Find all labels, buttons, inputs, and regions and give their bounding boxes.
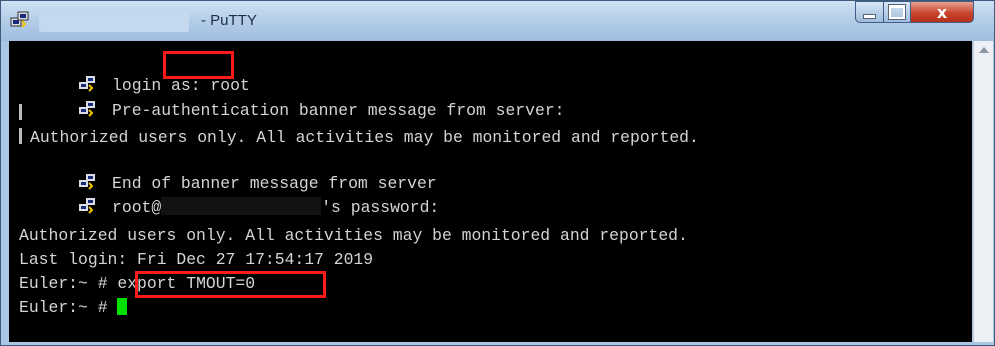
putty-icon: [79, 198, 96, 214]
minimize-icon: [863, 13, 876, 19]
terminal-line: Euler:~ #: [19, 297, 128, 319]
line-text: Pre-authentication banner message from s…: [112, 101, 565, 120]
line-text: Authorized users only. All activities ma…: [30, 128, 699, 147]
line-text: root@: [112, 198, 162, 217]
terminal-line: Authorized users only. All activities ma…: [19, 127, 699, 149]
close-icon: x: [936, 2, 948, 22]
close-button[interactable]: x: [910, 1, 974, 23]
terminal-line: Authorized users only. All activities ma…: [19, 226, 688, 245]
banner-separator: [19, 103, 22, 125]
terminal-line: Pre-authentication banner message from s…: [19, 78, 565, 120]
terminal-line: End of banner message from server: [19, 151, 437, 193]
putty-icon[interactable]: [10, 10, 30, 30]
putty-icon: [79, 101, 96, 117]
putty-window: - PuTTY x login as: root Pre-authenticat…: [0, 0, 995, 346]
redacted-host: [161, 197, 322, 215]
terminal-area[interactable]: login as: root Pre-authentication banner…: [9, 41, 972, 342]
highlight-box-command: [135, 271, 326, 298]
highlight-box-login: [163, 51, 234, 79]
shell-prompt: Euler:~ #: [19, 298, 118, 317]
title-bar[interactable]: - PuTTY x: [1, 1, 994, 41]
minimize-button[interactable]: [855, 1, 884, 23]
terminal-line: Last login: Fri Dec 27 17:54:17 2019: [19, 250, 374, 269]
terminal-line: root@ 's password:: [19, 175, 439, 217]
line-text: 's password:: [321, 198, 440, 217]
window-title: - PuTTY: [201, 12, 257, 29]
maximize-icon: [889, 5, 905, 19]
shell-prompt: Euler:~ #: [19, 274, 118, 293]
maximize-button[interactable]: [883, 1, 911, 23]
terminal-cursor: [117, 298, 128, 315]
scroll-up-icon[interactable]: [979, 47, 989, 53]
vertical-scrollbar[interactable]: [973, 41, 993, 342]
redacted-host-title: [39, 10, 189, 32]
